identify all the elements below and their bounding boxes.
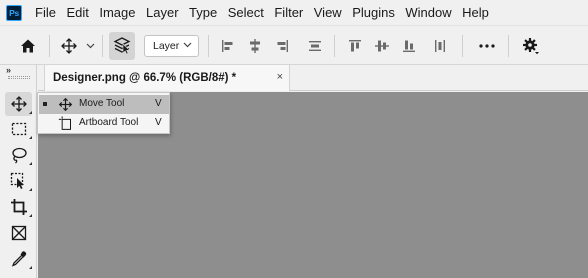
document-tab-title: Designer.png @ 66.7% (RGB/8#) * (53, 72, 237, 84)
distribute-horizontal-button[interactable] (430, 26, 450, 66)
align-left-icon (222, 40, 233, 52)
more-tools-indicator (29, 111, 32, 114)
menu-type[interactable]: Type (189, 0, 217, 25)
options-bar: Layer (0, 25, 588, 65)
rectangular-marquee-tool-button[interactable] (5, 117, 32, 141)
separator (508, 35, 509, 57)
distribute-vertical-button[interactable] (305, 26, 325, 66)
document-tab-strip: Designer.png @ 66.7% (RGB/8#) * × (38, 65, 588, 91)
more-horizontal-icon (479, 44, 495, 48)
menu-filter[interactable]: Filter (274, 0, 303, 25)
align-bottom-icon (403, 40, 415, 52)
object-selection-icon (10, 172, 24, 189)
flyout-item-label: Artboard Tool (79, 117, 139, 128)
more-tools-indicator (29, 162, 32, 165)
separator (49, 35, 50, 57)
lasso-tool-button[interactable] (5, 143, 32, 167)
menu-bar: Ps File Edit Image Layer Type Select Fil… (0, 0, 588, 25)
selected-indicator (43, 102, 47, 106)
more-tools-indicator (29, 214, 32, 217)
object-selection-tool-button[interactable] (5, 169, 32, 193)
menu-edit[interactable]: Edit (66, 0, 88, 25)
distribute-vertical-icon (309, 41, 321, 51)
distribute-horizontal-icon (435, 40, 445, 52)
align-left-button[interactable] (218, 26, 238, 66)
move-tool-button[interactable] (5, 92, 32, 116)
move-icon (61, 38, 77, 54)
layers-stack-icon (113, 37, 131, 55)
more-options-button[interactable] (476, 26, 498, 66)
gear-icon (523, 38, 539, 55)
more-tools-indicator (29, 188, 32, 191)
align-vertical-center-icon (375, 40, 389, 52)
menu-image[interactable]: Image (99, 0, 135, 25)
collapse-panel-button[interactable]: » (6, 65, 11, 75)
align-right-button[interactable] (272, 26, 292, 66)
align-bottom-button[interactable] (399, 26, 419, 66)
frame-tool-button[interactable] (5, 221, 32, 245)
eyedropper-icon (11, 251, 26, 267)
flyout-item-shortcut: V (155, 117, 162, 128)
separator (208, 35, 209, 57)
align-vertical-centers-button[interactable] (372, 26, 392, 66)
flyout-item-artboard-tool[interactable]: Artboard Tool V (39, 114, 169, 133)
align-right-icon (277, 40, 288, 52)
marquee-icon (11, 122, 26, 136)
eyedropper-tool-button[interactable] (5, 247, 32, 271)
artboard-icon (58, 116, 71, 130)
menu-select[interactable]: Select (228, 0, 264, 25)
align-horizontal-center-icon (250, 39, 260, 53)
frame-icon (11, 225, 26, 241)
lasso-icon (11, 147, 27, 164)
home-button[interactable] (14, 26, 42, 66)
flyout-item-label: Move Tool (79, 98, 125, 109)
separator (334, 35, 335, 57)
menu-window[interactable]: Window (405, 0, 451, 25)
menu-file[interactable]: File (35, 0, 56, 25)
menu-help[interactable]: Help (462, 0, 489, 25)
settings-button[interactable] (518, 26, 544, 66)
menu-layer[interactable]: Layer (146, 0, 179, 25)
home-icon (21, 39, 35, 53)
tool-preset-picker[interactable] (58, 26, 80, 66)
crop-tool-button[interactable] (5, 195, 32, 219)
more-tools-indicator (29, 136, 32, 139)
separator (102, 35, 103, 57)
flyout-item-move-tool[interactable]: Move Tool V (39, 95, 169, 114)
move-icon (10, 96, 27, 112)
align-top-icon (349, 40, 361, 52)
auto-select-target-value: Layer (153, 40, 180, 52)
menu-view[interactable]: View (314, 0, 342, 25)
align-horizontal-centers-button[interactable] (245, 26, 265, 66)
flyout-item-shortcut: V (155, 98, 162, 109)
chevron-down-icon (183, 42, 192, 48)
chevron-down-icon (86, 43, 94, 49)
menu-plugins[interactable]: Plugins (352, 0, 395, 25)
move-tool-flyout-menu: Move Tool V Artboard Tool V (37, 92, 170, 134)
close-icon[interactable]: × (277, 71, 283, 83)
panel-grip[interactable] (8, 76, 30, 79)
photoshop-logo[interactable]: Ps (6, 4, 22, 21)
tool-preset-dropdown[interactable] (83, 26, 97, 66)
align-top-button[interactable] (345, 26, 365, 66)
auto-select-toggle[interactable] (109, 32, 135, 60)
tools-panel: » (0, 65, 37, 278)
crop-icon (10, 199, 27, 215)
more-tools-indicator (29, 266, 32, 269)
move-icon (58, 97, 73, 112)
document-tab[interactable]: Designer.png @ 66.7% (RGB/8#) * × (44, 65, 290, 91)
auto-select-target-select[interactable]: Layer (144, 35, 199, 57)
separator (462, 35, 463, 57)
